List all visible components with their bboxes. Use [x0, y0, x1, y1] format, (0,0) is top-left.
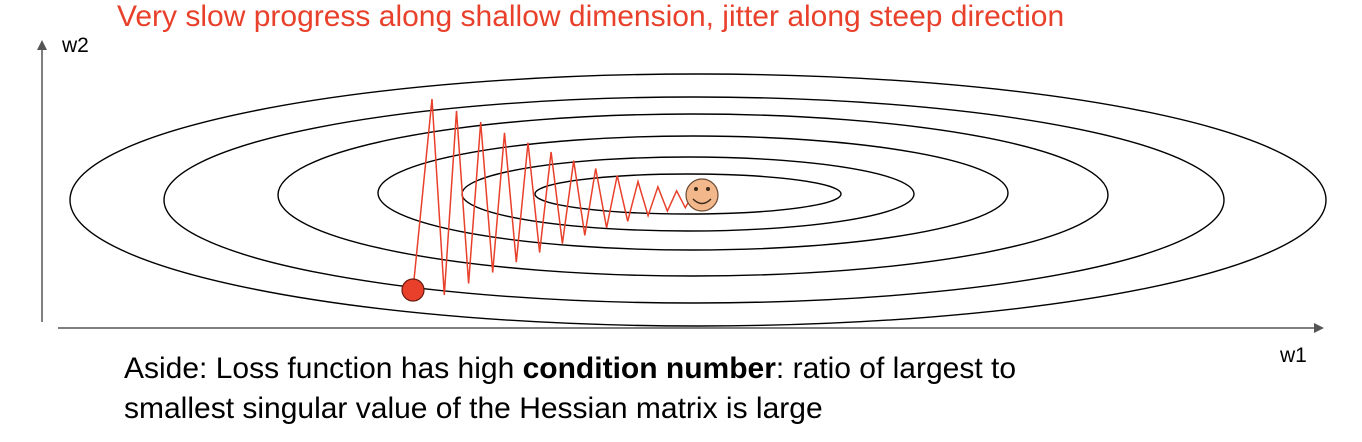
note-middle: : ratio of largest to — [775, 352, 1017, 385]
smiley-face-icon — [685, 178, 719, 212]
aside-note: Aside: Loss function has high condition … — [124, 349, 1244, 429]
x-axis-label: w1 — [1279, 344, 1307, 367]
y-axis-label: w2 — [61, 34, 89, 57]
start-point-icon — [401, 278, 425, 302]
note-prefix: Aside: Loss function has high — [124, 352, 523, 385]
note-bold-term: condition number — [522, 352, 776, 385]
note-line-2: smallest singular value of the Hessian m… — [124, 392, 823, 425]
